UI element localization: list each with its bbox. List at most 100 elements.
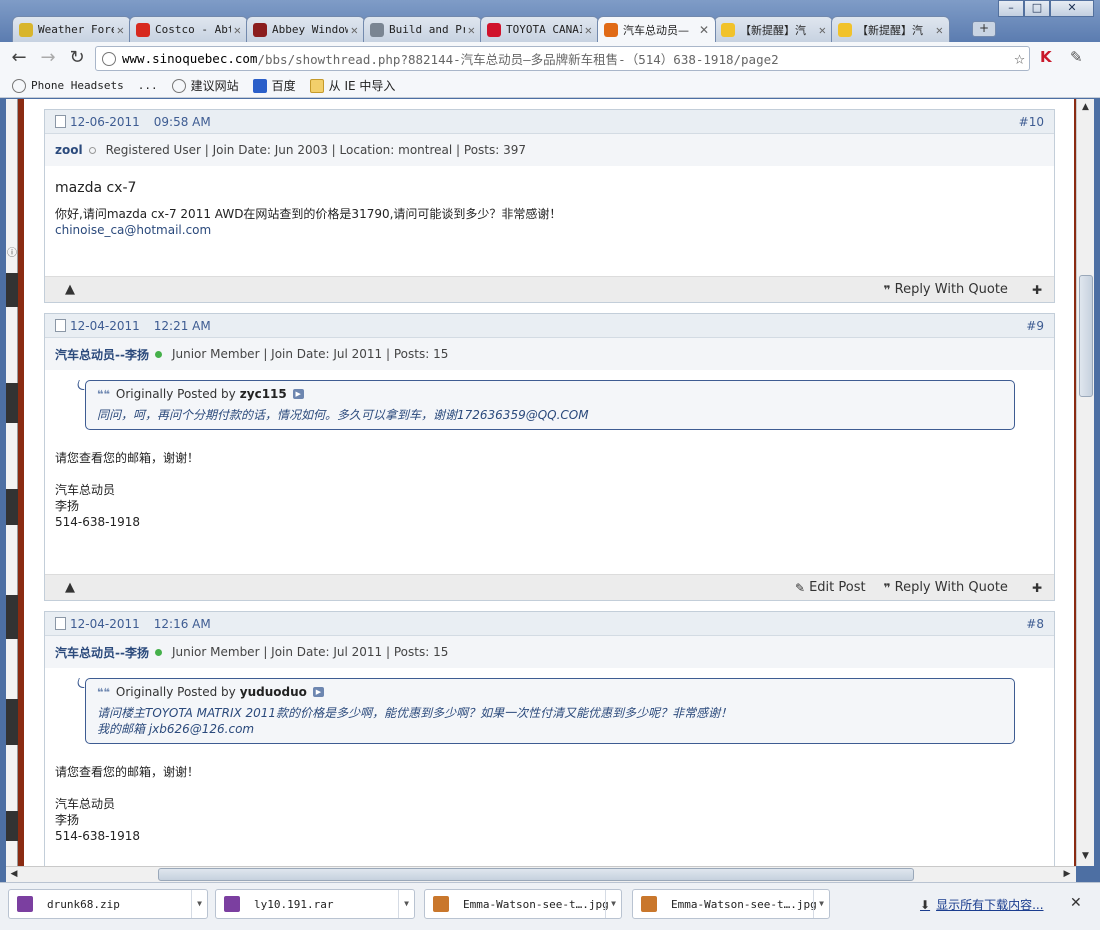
quote-line: 请问楼主TOYOTA MATRIX 2011款的价格是多少啊，能优惠到多少啊？如… bbox=[97, 706, 733, 720]
close-downloads-bar-icon[interactable]: ✕ bbox=[1070, 895, 1082, 911]
tab-label: Costco - Abt bbox=[155, 23, 231, 36]
image-file-icon bbox=[433, 896, 449, 912]
tab-label: Weather Fore bbox=[38, 23, 114, 36]
post-number-link[interactable]: #8 bbox=[1026, 617, 1044, 631]
back-button[interactable]: ← bbox=[8, 47, 30, 69]
tab-close-icon[interactable]: ✕ bbox=[117, 23, 124, 37]
post-time: 09:58 AM bbox=[153, 114, 211, 129]
quote-line: 同问，呵，再问个分期付款的话，情况如何。多久可以拿到车，谢谢172636359@… bbox=[97, 408, 589, 422]
edit-post-button[interactable]: ✎ Edit Post bbox=[795, 580, 866, 595]
tab-close-icon[interactable]: ✕ bbox=[351, 23, 358, 37]
tab-close-icon[interactable]: ✕ bbox=[234, 23, 241, 37]
reply-with-quote-label: Reply With Quote bbox=[894, 580, 1008, 595]
bookmark-item[interactable]: ... bbox=[138, 79, 158, 92]
tab-close-icon[interactable]: ✕ bbox=[699, 23, 709, 37]
tab-favicon-icon bbox=[838, 22, 852, 37]
forward-button[interactable]: → bbox=[37, 47, 59, 69]
quote-label: Originally Posted by bbox=[115, 387, 236, 401]
username-link[interactable]: 汽车总动员--李扬 bbox=[55, 346, 149, 363]
download-item[interactable]: Emma-Watson-see-t….jpg ▼ bbox=[424, 889, 622, 919]
report-post-icon[interactable]: ▲ bbox=[65, 580, 75, 595]
download-menu-chevron-icon[interactable]: ▼ bbox=[191, 890, 207, 918]
tab-1[interactable]: Costco - Abt ✕ bbox=[129, 16, 248, 42]
user-details: Junior Member | Join Date: Jul 2011 | Po… bbox=[171, 347, 449, 361]
baidu-paw-icon bbox=[252, 78, 267, 93]
post-title: mazda cx-7 bbox=[55, 180, 137, 196]
bookmark-item[interactable]: 百度 bbox=[252, 77, 296, 94]
username-link[interactable]: 汽车总动员--李扬 bbox=[55, 644, 149, 661]
horizontal-scroll-thumb[interactable] bbox=[158, 868, 914, 881]
post-number-link[interactable]: #10 bbox=[1019, 115, 1044, 129]
tab-2[interactable]: Abbey Window ✕ bbox=[246, 16, 365, 42]
bookmark-label: Phone Headsets bbox=[31, 79, 124, 92]
scroll-left-arrow-icon[interactable]: ◀ bbox=[7, 868, 21, 881]
tab-close-icon[interactable]: ✕ bbox=[468, 23, 475, 37]
username-link[interactable]: zool bbox=[55, 143, 83, 157]
bookmark-item[interactable]: Phone Headsets bbox=[12, 78, 124, 93]
download-menu-chevron-icon[interactable]: ▼ bbox=[398, 890, 414, 918]
post-header: 12-04-2011 12:16 AM #8 bbox=[45, 612, 1054, 636]
bookmark-item[interactable]: 建议网站 bbox=[171, 77, 239, 94]
view-post-icon[interactable]: ▶ bbox=[292, 389, 304, 399]
tab-0[interactable]: Weather Fore ✕ bbox=[12, 16, 131, 42]
tab-close-icon[interactable]: ✕ bbox=[819, 23, 826, 37]
scroll-down-arrow-icon[interactable]: ▼ bbox=[1079, 850, 1092, 862]
tab-6[interactable]: 【新提醒】汽 ✕ bbox=[714, 16, 833, 42]
quote-text: 请问楼主TOYOTA MATRIX 2011款的价格是多少啊，能优惠到多少啊？如… bbox=[97, 705, 1003, 737]
close-window-button[interactable]: ✕ bbox=[1050, 0, 1094, 17]
download-item[interactable]: ly10.191.rar ▼ bbox=[215, 889, 415, 919]
new-tab-button[interactable]: + bbox=[972, 21, 996, 37]
post-number-link[interactable]: #9 bbox=[1026, 319, 1044, 333]
download-filename: Emma-Watson-see-t….jpg bbox=[463, 897, 609, 911]
wrench-icon[interactable]: ✎ bbox=[1070, 48, 1083, 66]
tab-favicon-icon bbox=[253, 22, 267, 37]
minimize-button[interactable]: – bbox=[998, 0, 1024, 17]
quote-bubble-icon: ❞ bbox=[883, 282, 891, 297]
bookmark-star-icon[interactable]: ☆ bbox=[1014, 48, 1025, 69]
reload-button[interactable]: ↻ bbox=[66, 47, 88, 69]
horizontal-scrollbar[interactable]: ◀ ▶ bbox=[6, 866, 1076, 882]
download-item[interactable]: Emma-Watson-see-t….jpg ▼ bbox=[632, 889, 830, 919]
post-text-line: 你好,请问mazda cx-7 2011 AWD在网站查到的价格是31790,请… bbox=[55, 207, 562, 221]
post-document-icon bbox=[55, 617, 66, 630]
email-link[interactable]: chinoise_ca@hotmail.com bbox=[55, 222, 1044, 238]
download-menu-chevron-icon[interactable]: ▼ bbox=[605, 890, 621, 918]
kaspersky-extension-icon[interactable]: K bbox=[1040, 48, 1052, 66]
report-post-icon[interactable]: ▲ bbox=[65, 282, 75, 297]
maximize-button[interactable]: □ bbox=[1024, 0, 1050, 17]
multi-quote-icon[interactable]: ✚ bbox=[1032, 581, 1042, 595]
bookmark-item[interactable]: 从 IE 中导入 bbox=[309, 77, 395, 94]
reply-with-quote-button[interactable]: ❞ Reply With Quote bbox=[884, 580, 1008, 595]
tab-4[interactable]: TOYOTA CANAI ✕ bbox=[480, 16, 599, 42]
download-filename: Emma-Watson-see-t….jpg bbox=[671, 897, 817, 911]
post-date: 12-04-2011 bbox=[70, 616, 140, 631]
scroll-up-arrow-icon[interactable]: ▲ bbox=[1079, 101, 1092, 113]
vertical-scroll-thumb[interactable] bbox=[1079, 275, 1093, 397]
tab-5[interactable]: 汽车总动员— ✕ bbox=[597, 16, 716, 42]
post-userinfo: zool Registered User | Join Date: Jun 200… bbox=[45, 134, 1054, 166]
show-all-downloads-link[interactable]: ⬇ 显示所有下载内容... bbox=[920, 896, 1044, 913]
tab-close-icon[interactable]: ✕ bbox=[585, 23, 592, 37]
tab-7[interactable]: 【新提醒】汽 ✕ bbox=[831, 16, 950, 42]
tab-close-icon[interactable]: ✕ bbox=[936, 23, 943, 37]
info-icon[interactable]: ⓘ bbox=[6, 244, 18, 259]
bookmark-label: ... bbox=[137, 79, 158, 92]
download-menu-chevron-icon[interactable]: ▼ bbox=[813, 890, 829, 918]
post-document-icon bbox=[55, 319, 66, 332]
multi-quote-icon[interactable]: ✚ bbox=[1032, 283, 1042, 297]
scroll-right-arrow-icon[interactable]: ▶ bbox=[1060, 868, 1074, 881]
vertical-scrollbar[interactable]: ▲ ▼ bbox=[1076, 99, 1094, 866]
quote-block: ❝❝ Originally Posted by yuduoduo ▶ 请问楼主TOYOT… bbox=[75, 678, 1015, 744]
offline-status-icon bbox=[88, 146, 96, 154]
reply-with-quote-button[interactable]: ❞ Reply With Quote bbox=[884, 282, 1008, 297]
download-item[interactable]: drunk68.zip ▼ bbox=[8, 889, 208, 919]
post-text-line: 汽车总动员 bbox=[55, 797, 116, 811]
view-post-icon[interactable]: ▶ bbox=[312, 687, 324, 697]
quote-tail bbox=[75, 380, 88, 390]
address-bar[interactable]: www.sinoquebec.com /bbs/showthread.php?8… bbox=[95, 46, 1030, 71]
tab-3[interactable]: Build and Pr ✕ bbox=[363, 16, 482, 42]
reply-with-quote-label: Reply With Quote bbox=[894, 282, 1008, 297]
post-actions: ❞ Reply With Quote ✚ bbox=[866, 282, 1042, 297]
post-time: 12:21 AM bbox=[153, 318, 211, 333]
tab-label: TOYOTA CANAI bbox=[506, 23, 582, 36]
